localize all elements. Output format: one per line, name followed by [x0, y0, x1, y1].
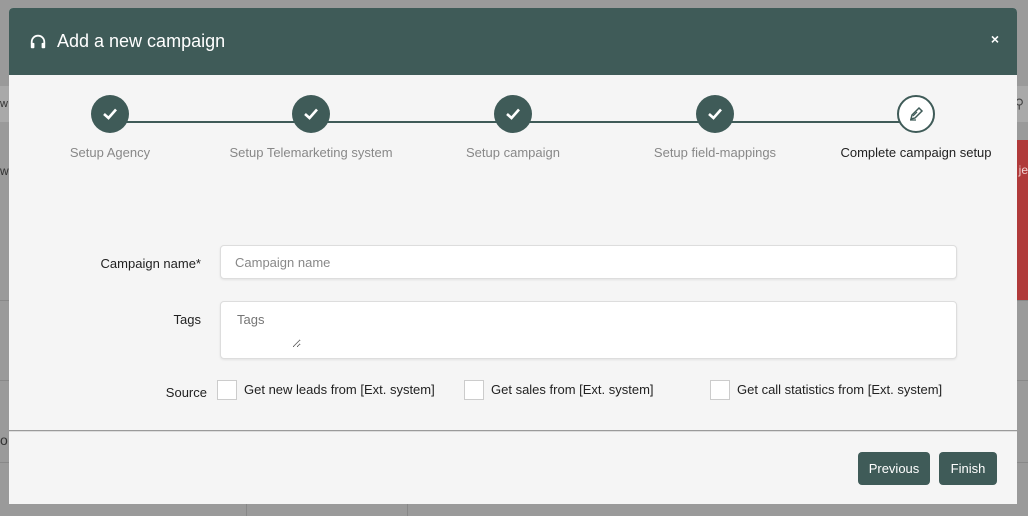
check-icon — [103, 108, 117, 120]
finish-button[interactable]: Finish — [939, 452, 997, 485]
source-sales-checkbox[interactable] — [464, 380, 484, 400]
campaign-name-input[interactable] — [220, 245, 957, 279]
modal-header: Add a new campaign × — [9, 8, 1017, 75]
tags-textarea[interactable] — [227, 306, 301, 348]
source-call-statistics-label[interactable]: Get call statistics from [Ext. system] — [737, 382, 942, 397]
check-icon — [708, 108, 722, 120]
step-label: Complete campaign setup — [840, 145, 992, 160]
previous-button[interactable]: Previous — [858, 452, 930, 485]
source-new-leads-checkbox[interactable] — [217, 380, 237, 400]
step-done-indicator — [494, 95, 532, 133]
source-call-statistics-checkbox[interactable] — [710, 380, 730, 400]
background-text-fragment-3: o — [0, 432, 8, 448]
step-done-indicator — [292, 95, 330, 133]
step-setup-campaign[interactable]: Setup campaign — [413, 95, 613, 160]
source-sales-label[interactable]: Get sales from [Ext. system] — [491, 382, 654, 397]
modal-title: Add a new campaign — [57, 31, 226, 51]
pencil-icon — [909, 106, 924, 121]
tags-label: Tags — [173, 312, 201, 327]
step-label: Setup campaign — [466, 145, 560, 160]
headset-icon — [30, 34, 46, 48]
step-done-indicator — [696, 95, 734, 133]
step-label: Setup Telemarketing system — [229, 145, 393, 160]
add-campaign-modal: Add a new campaign × Setup Agency Setup … — [9, 8, 1017, 430]
source-new-leads-label[interactable]: Get new leads from [Ext. system] — [244, 382, 435, 397]
step-setup-field-mappings[interactable]: Setup field-mappings — [615, 95, 815, 160]
step-done-indicator — [91, 95, 129, 133]
wizard-stepper: Setup Agency Setup Telemarketing system … — [9, 75, 1017, 185]
background-text-fragment-2: w — [0, 164, 9, 178]
step-label: Setup field-mappings — [653, 145, 777, 160]
step-complete-campaign-setup[interactable]: Complete campaign setup — [816, 95, 1016, 160]
close-button[interactable]: × — [991, 32, 999, 46]
modal-footer: Previous Finish — [9, 431, 1017, 504]
tags-field[interactable] — [220, 301, 957, 359]
step-setup-telemarketing[interactable]: Setup Telemarketing system — [211, 95, 411, 160]
background-red-button-label: je — [1018, 163, 1028, 177]
background-text-fragment: w — [0, 98, 8, 110]
step-current-indicator — [897, 95, 935, 133]
background-title-fragment: i — [0, 6, 1, 27]
step-setup-agency[interactable]: Setup Agency — [10, 95, 210, 160]
step-label: Setup Agency — [69, 145, 151, 160]
campaign-name-label: Campaign name* — [100, 256, 201, 271]
check-icon — [304, 108, 318, 120]
check-icon — [506, 108, 520, 120]
source-label: Source — [165, 385, 207, 400]
